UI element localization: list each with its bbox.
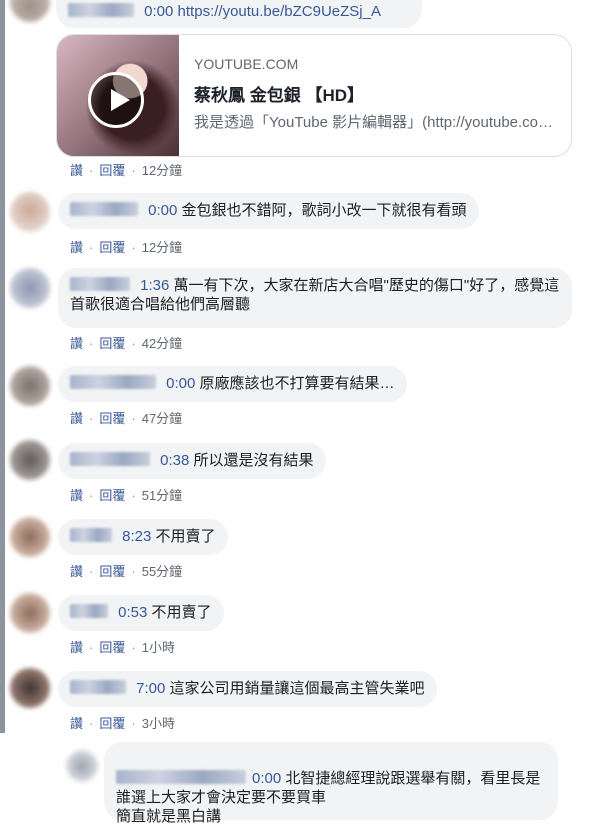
- commenter-name[interactable]: [70, 604, 108, 618]
- avatar[interactable]: [66, 750, 98, 782]
- avatar[interactable]: [10, 440, 50, 480]
- like-link[interactable]: 讚: [70, 488, 83, 503]
- comment-time[interactable]: 51分鐘: [142, 488, 182, 503]
- comment-actions: 讚 · 回覆 · 55分鐘: [70, 561, 182, 580]
- separator: ·: [131, 240, 136, 255]
- comment-bubble: 0:00 https://youtu.be/bZC9UeZSj_A: [56, 0, 422, 28]
- separator: ·: [89, 163, 94, 178]
- like-link[interactable]: 讚: [70, 240, 83, 255]
- like-link[interactable]: 讚: [70, 564, 83, 579]
- timestamp-link[interactable]: 8:23: [122, 528, 151, 545]
- comment-actions: 讚 · 回覆 · 42分鐘: [70, 333, 182, 352]
- commenter-name[interactable]: [70, 528, 112, 542]
- timestamp-link[interactable]: 0:00: [252, 770, 281, 787]
- commenter-name[interactable]: [70, 375, 156, 389]
- timestamp-link[interactable]: 0:00: [148, 202, 177, 219]
- card-description: 我是透過「YouTube 影片編輯器」(http://youtube.com/e…: [194, 114, 556, 131]
- comment-time[interactable]: 12分鐘: [142, 240, 182, 255]
- commenter-name[interactable]: [116, 770, 246, 784]
- comment-bubble: 8:23 不用賣了: [58, 519, 228, 555]
- separator: ·: [131, 336, 136, 351]
- separator: ·: [89, 411, 94, 426]
- avatar[interactable]: [10, 366, 50, 406]
- youtube-link[interactable]: https://youtu.be/bZC9UeZSj_A: [178, 3, 381, 20]
- commenter-name[interactable]: [70, 452, 150, 466]
- reply-link[interactable]: 回覆: [99, 240, 125, 255]
- comment-time[interactable]: 47分鐘: [142, 411, 182, 426]
- comment-text: 這家公司用銷量讓這個最高主管失業吧: [169, 680, 425, 697]
- comment-actions: 讚 · 回覆 · 3小時: [70, 713, 175, 732]
- comment-bubble: 0:53 不用賣了: [58, 595, 224, 631]
- reply-link[interactable]: 回覆: [99, 564, 125, 579]
- like-link[interactable]: 讚: [70, 411, 83, 426]
- separator: ·: [131, 640, 136, 655]
- like-link[interactable]: 讚: [70, 716, 83, 731]
- separator: ·: [89, 240, 94, 255]
- comment-text: 不用賣了: [155, 528, 216, 545]
- comment-bubble: 7:00 這家公司用銷量讓這個最高主管失業吧: [58, 671, 437, 707]
- reply-link[interactable]: 回覆: [99, 163, 125, 178]
- commenter-name[interactable]: [68, 3, 134, 17]
- video-thumbnail[interactable]: [57, 35, 179, 156]
- comment-actions: 讚 · 回覆 · 1小時: [70, 637, 175, 656]
- timestamp-link[interactable]: 0:38: [160, 452, 189, 469]
- comment-bubble: 0:00 金包銀也不錯阿，歌詞小改一下就很有看頭: [58, 193, 479, 229]
- timestamp-link[interactable]: 0:00: [144, 3, 173, 20]
- comment-time[interactable]: 42分鐘: [142, 336, 182, 351]
- avatar[interactable]: [10, 192, 50, 232]
- commenter-name[interactable]: [70, 277, 130, 291]
- avatar[interactable]: [10, 517, 50, 557]
- like-link[interactable]: 讚: [70, 640, 83, 655]
- reply-link[interactable]: 回覆: [99, 488, 125, 503]
- separator: ·: [131, 488, 136, 503]
- card-title[interactable]: 蔡秋鳳 金包銀 【HD】: [194, 81, 364, 106]
- comment-text: 原廠應該也不打算要有結果…: [199, 375, 395, 392]
- timestamp-link[interactable]: 1:36: [140, 277, 169, 294]
- separator: ·: [131, 163, 136, 178]
- comment-text: 所以還是沒有結果: [193, 452, 314, 469]
- reply-link[interactable]: 回覆: [99, 411, 125, 426]
- avatar[interactable]: [10, 268, 50, 308]
- card-domain: YOUTUBE.COM: [194, 56, 299, 72]
- reply-bubble: 0:00 北智捷總經理說跟選舉有關，看里長是誰選上大家才會決定要不要買車 簡直就…: [104, 742, 558, 825]
- separator: ·: [89, 488, 94, 503]
- comment-actions: 讚 · 回覆 · 51分鐘: [70, 485, 182, 504]
- comment-text: 不用賣了: [151, 604, 212, 621]
- like-link[interactable]: 讚: [70, 336, 83, 351]
- avatar[interactable]: [10, 0, 50, 22]
- reply-link[interactable]: 回覆: [99, 640, 125, 655]
- separator: ·: [89, 336, 94, 351]
- comment-time[interactable]: 55分鐘: [142, 564, 182, 579]
- comment-text: 金包銀也不錯阿，歌詞小改一下就很有看頭: [181, 202, 467, 219]
- timestamp-link[interactable]: 0:53: [118, 604, 147, 621]
- comment-bubble: 1:36 萬一有下次，大家在新店大合唱"歷史的傷口"好了，感覺這首歌很適合唱給他…: [58, 268, 572, 328]
- separator: ·: [89, 716, 94, 731]
- comment-actions: 讚 · 回覆 · 47分鐘: [70, 408, 182, 427]
- comment-actions: 讚 · 回覆 · 12分鐘: [70, 160, 182, 179]
- separator: ·: [131, 716, 136, 731]
- reply-link[interactable]: 回覆: [99, 336, 125, 351]
- separator: ·: [89, 640, 94, 655]
- separator: ·: [131, 411, 136, 426]
- thread-rail: [0, 0, 5, 733]
- youtube-preview-card[interactable]: YOUTUBE.COM 蔡秋鳳 金包銀 【HD】 我是透過「YouTube 影片…: [56, 34, 572, 157]
- comment-time[interactable]: 1小時: [142, 640, 175, 655]
- like-link[interactable]: 讚: [70, 163, 83, 178]
- comment-bubble: 0:00 原廠應該也不打算要有結果…: [58, 366, 407, 402]
- avatar[interactable]: [10, 593, 50, 633]
- timestamp-link[interactable]: 7:00: [136, 680, 165, 697]
- comment-time[interactable]: 12分鐘: [142, 163, 182, 178]
- comment-time[interactable]: 3小時: [142, 716, 175, 731]
- separator: ·: [131, 564, 136, 579]
- comment-bubble: 0:38 所以還是沒有結果: [58, 443, 326, 479]
- play-icon[interactable]: [88, 72, 144, 128]
- avatar[interactable]: [10, 668, 50, 708]
- reply-link[interactable]: 回覆: [99, 716, 125, 731]
- commenter-name[interactable]: [70, 202, 138, 216]
- comment-actions: 讚 · 回覆 · 12分鐘: [70, 237, 182, 256]
- timestamp-link[interactable]: 0:00: [166, 375, 195, 392]
- separator: ·: [89, 564, 94, 579]
- commenter-name[interactable]: [70, 680, 126, 694]
